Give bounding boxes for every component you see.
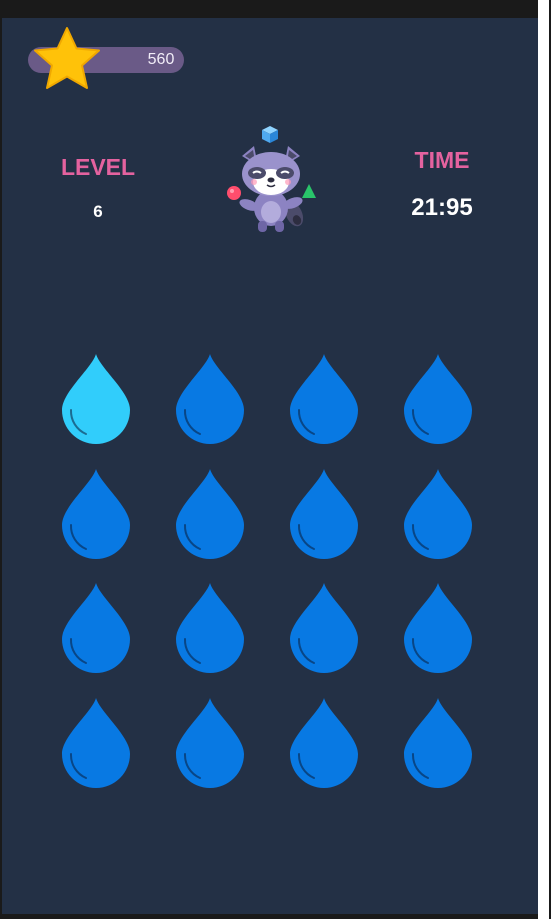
level-value: 6 bbox=[93, 202, 103, 221]
water-drop-icon bbox=[176, 354, 244, 444]
drop-tile-2-4[interactable] bbox=[400, 467, 476, 559]
drop-tile-4-2[interactable] bbox=[172, 696, 248, 788]
drop-tile-4-3[interactable] bbox=[286, 696, 362, 788]
drop-tile-1-2[interactable] bbox=[172, 352, 248, 444]
drop-tile-3-3[interactable] bbox=[286, 581, 362, 673]
water-drop-icon bbox=[290, 354, 358, 444]
window-edge bbox=[538, 0, 554, 919]
time-label: TIME bbox=[414, 147, 470, 173]
water-drop-icon bbox=[290, 468, 358, 559]
level-label: LEVEL bbox=[60, 154, 136, 180]
drop-tile-3-1[interactable] bbox=[58, 581, 134, 673]
drop-tile-3-4[interactable] bbox=[400, 581, 476, 673]
water-drop-icon bbox=[404, 583, 472, 673]
game-screen: 560 LEVEL 6 TIME 21:95 bbox=[2, 18, 538, 914]
time-value: 21:95 bbox=[411, 194, 473, 221]
water-drop-icon bbox=[290, 583, 358, 673]
water-drop-icon bbox=[404, 468, 472, 559]
water-drop-icon bbox=[404, 354, 472, 444]
drop-tile-2-3[interactable] bbox=[286, 467, 362, 559]
water-drop-icon bbox=[62, 354, 130, 444]
water-drop-icon bbox=[290, 697, 358, 788]
water-drop-icon bbox=[62, 468, 130, 559]
drop-tile-4-4[interactable] bbox=[400, 696, 476, 788]
water-drop-icon bbox=[62, 697, 130, 788]
drop-grid bbox=[58, 352, 492, 792]
drop-tile-3-2[interactable] bbox=[172, 581, 248, 673]
drop-tile-2-1[interactable] bbox=[58, 467, 134, 559]
drop-tile-4-1[interactable] bbox=[58, 696, 134, 788]
water-drop-icon bbox=[62, 583, 130, 673]
window-border bbox=[549, 0, 551, 919]
star-icon bbox=[32, 25, 102, 93]
drop-tile-1-1[interactable] bbox=[58, 352, 134, 444]
drop-tile-2-2[interactable] bbox=[172, 467, 248, 559]
drop-tile-1-4[interactable] bbox=[400, 352, 476, 444]
score-value: 560 bbox=[147, 51, 175, 68]
water-drop-icon bbox=[176, 697, 244, 788]
water-drop-icon bbox=[176, 468, 244, 559]
drop-tile-1-3[interactable] bbox=[286, 352, 362, 444]
raccoon-juggler-icon bbox=[220, 122, 322, 234]
water-drop-icon bbox=[404, 697, 472, 788]
water-drop-icon bbox=[176, 583, 244, 673]
